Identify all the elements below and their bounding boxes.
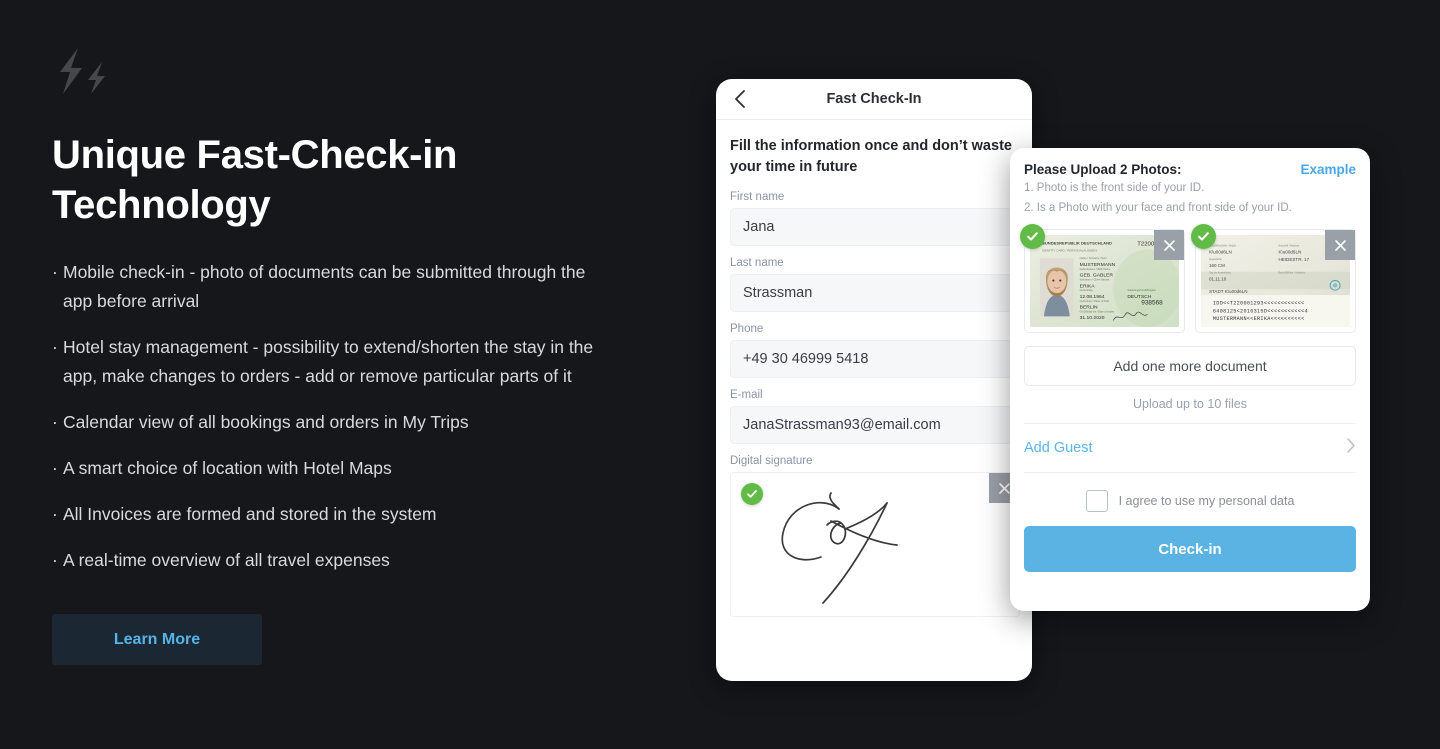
svg-text:01.11.10: 01.11.10: [1209, 277, 1227, 282]
upload-instruction-2: 2. Is a Photo with your face and front s…: [1024, 202, 1292, 214]
phone-label: Phone: [730, 323, 764, 335]
list-item: · All Invoices are formed and stored in …: [52, 500, 597, 529]
phone-mockup: Fast Check-In Fill the information once …: [716, 79, 1032, 681]
chevron-left-icon[interactable]: [730, 89, 750, 109]
email-field-group: E-mail JanaStrassman93@email.com: [730, 389, 1020, 444]
email-label: E-mail: [730, 389, 763, 401]
green-check-icon: [1191, 224, 1216, 249]
green-check-icon: [1020, 224, 1045, 249]
svg-text:ERIKA: ERIKA: [1080, 283, 1096, 289]
signature-drawing: [781, 492, 898, 604]
document-thumbnail-back[interactable]: Gr\u00f6\u00dfe / Height Augenfarbe Tag …: [1191, 224, 1356, 333]
upload-header: Please Upload 2 Photos: Example: [1024, 162, 1356, 177]
upload-documents-panel: Please Upload 2 Photos: Example 1. Photo…: [1010, 148, 1370, 611]
svg-text:IDD<<T220001293<<<<<<<<<<<<: IDD<<T220001293<<<<<<<<<<<<: [1213, 301, 1305, 307]
upload-title: Please Upload 2 Photos:: [1024, 162, 1182, 177]
svg-text:938568: 938568: [1141, 300, 1163, 307]
list-item-text: Calendar view of all bookings and orders…: [63, 412, 469, 432]
svg-text:BUNDESREPUBLIK DEUTSCHLAND: BUNDESREPUBLIK DEUTSCHLAND: [1042, 241, 1112, 246]
upload-instruction-1: 1. Photo is the front side of your ID.: [1024, 182, 1205, 194]
list-item-text: A real-time overview of all travel expen…: [63, 550, 390, 570]
add-guest-row[interactable]: Add Guest: [1024, 424, 1356, 473]
svg-text:12.08.1964: 12.08.1964: [1080, 294, 1105, 300]
last-name-field-group: Last name Strassman: [730, 257, 1020, 312]
green-check-icon: [741, 483, 763, 505]
list-item: · Hotel stay management - possibility to…: [52, 333, 597, 391]
upload-limit-note: Upload up to 10 files: [1024, 386, 1356, 424]
last-name-label: Last name: [730, 257, 784, 269]
svg-text:160 CM: 160 CM: [1209, 263, 1225, 268]
check-in-button[interactable]: Check-in: [1024, 526, 1356, 572]
svg-text:HEIDESTR. 17: HEIDESTR. 17: [1278, 257, 1309, 262]
svg-text:31.10.2020: 31.10.2020: [1080, 315, 1105, 321]
signature-canvas[interactable]: [730, 472, 1020, 617]
svg-text:Gr\u00f6\u00dfe / Height: Gr\u00f6\u00dfe / Height: [1209, 245, 1236, 248]
bullet-marker: ·: [52, 262, 58, 282]
svg-text:MUSTERMANN: MUSTERMANN: [1080, 262, 1116, 268]
document-thumbnails: BUNDESREPUBLIK DEUTSCHLAND T2200 IDENTIT…: [1020, 224, 1356, 333]
email-input[interactable]: JanaStrassman93@email.com: [730, 406, 1020, 444]
list-item: · Mobile check-in - photo of documents c…: [52, 258, 597, 316]
svg-text:BERLIN: BERLIN: [1080, 305, 1098, 311]
svg-text:Beh\u00f6rde / Authority: Beh\u00f6rde / Authority: [1278, 272, 1305, 275]
chevron-right-icon: [1346, 437, 1356, 459]
learn-more-button[interactable]: Learn More: [52, 614, 262, 665]
svg-text:Tag der Ausstellung: Tag der Ausstellung: [1209, 272, 1231, 275]
first-name-input[interactable]: Jana: [730, 208, 1020, 246]
add-document-button[interactable]: Add one more document: [1024, 346, 1356, 386]
bullet-marker: ·: [52, 504, 58, 524]
svg-text:K\u00d6LN: K\u00d6LN: [1278, 249, 1301, 254]
feature-list: · Mobile check-in - photo of documents c…: [52, 258, 672, 575]
svg-text:IDENTITY CARD / PERSONALAUSWEI: IDENTITY CARD / PERSONALAUSWEIS: [1042, 249, 1097, 253]
phone-screen-title: Fast Check-In: [826, 91, 922, 107]
first-name-label: First name: [730, 191, 785, 203]
list-item-text: Hotel stay management - possibility to e…: [63, 337, 594, 386]
document-thumbnail-front[interactable]: BUNDESREPUBLIK DEUTSCHLAND T2200 IDENTIT…: [1020, 224, 1185, 333]
phone-field-group: Phone +49 30 46999 5418: [730, 323, 1020, 378]
list-item-text: A smart choice of location with Hotel Ma…: [63, 458, 392, 478]
svg-text:GEB. GABLER: GEB. GABLER: [1080, 273, 1114, 279]
svg-text:Staatsangeh\u00f6rigkeit: Staatsangeh\u00f6rigkeit: [1127, 288, 1156, 292]
list-item-text: Mobile check-in - photo of documents can…: [63, 262, 586, 311]
svg-text:Anschrift / Address: Anschrift / Address: [1278, 245, 1299, 248]
bullet-marker: ·: [52, 458, 58, 478]
svg-text:K\u00d6LN: K\u00d6LN: [1209, 249, 1232, 254]
add-guest-label: Add Guest: [1024, 440, 1093, 456]
bullet-marker: ·: [52, 337, 58, 357]
svg-text:STADT K\u00d6LN: STADT K\u00d6LN: [1209, 289, 1248, 294]
checkin-form: Fill the information once and don’t wast…: [716, 120, 1032, 617]
hero-section: Unique Fast-Check-in Technology · Mobile…: [52, 48, 672, 665]
svg-text:Augenfarbe: Augenfarbe: [1209, 258, 1222, 261]
last-name-input[interactable]: Strassman: [730, 274, 1020, 312]
svg-text:MUSTERMANN<<ERIKA<<<<<<<<<<: MUSTERMANN<<ERIKA<<<<<<<<<<: [1213, 316, 1305, 322]
consent-label: I agree to use my personal data: [1118, 494, 1295, 508]
signature-field-group: Digital signature: [730, 455, 1020, 617]
svg-text:6408125<2010315D<<<<<<<<<<<4: 6408125<2010315D<<<<<<<<<<<4: [1213, 309, 1308, 315]
page-title: Unique Fast-Check-in Technology: [52, 133, 458, 227]
list-item: · A smart choice of location with Hotel …: [52, 454, 597, 483]
svg-text:Name / Surname / Nom: Name / Surname / Nom: [1080, 256, 1107, 260]
list-item: · Calendar view of all bookings and orde…: [52, 408, 597, 437]
bullet-marker: ·: [52, 412, 58, 432]
list-item-text: All Invoices are formed and stored in th…: [63, 504, 437, 524]
consent-row: I agree to use my personal data: [1024, 473, 1356, 526]
svg-text:T2200: T2200: [1137, 242, 1155, 248]
example-link[interactable]: Example: [1300, 162, 1356, 177]
phone-header: Fast Check-In: [716, 79, 1032, 120]
close-x-icon[interactable]: [1325, 230, 1355, 260]
consent-checkbox[interactable]: [1085, 490, 1108, 512]
phone-input[interactable]: +49 30 46999 5418: [730, 340, 1020, 378]
first-name-field-group: First name Jana: [730, 191, 1020, 246]
signature-label: Digital signature: [730, 455, 813, 467]
list-item: · A real-time overview of all travel exp…: [52, 546, 597, 575]
double-lightning-bolt-icon: [60, 48, 105, 94]
bullet-marker: ·: [52, 550, 58, 570]
page-root: Unique Fast-Check-in Technology · Mobile…: [0, 0, 1440, 749]
form-subtitle: Fill the information once and don’t wast…: [730, 138, 1012, 175]
close-x-icon[interactable]: [1154, 230, 1184, 260]
